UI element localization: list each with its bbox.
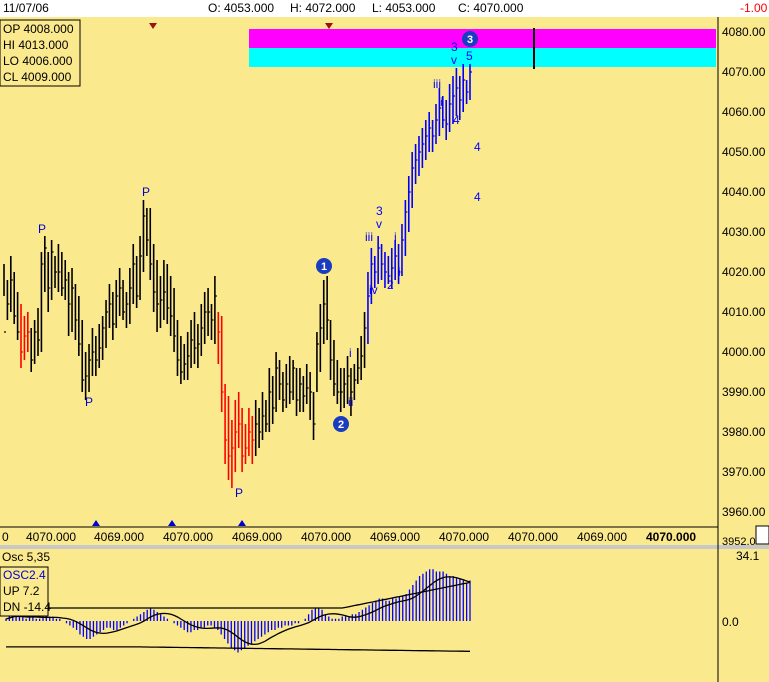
wave-circle-number: 1 bbox=[321, 261, 327, 273]
wave-circle-number: 3 bbox=[467, 34, 473, 46]
ohlc-cl: CL 4009.000 bbox=[3, 70, 72, 84]
wave-circle-number: 2 bbox=[338, 419, 344, 431]
magenta-band bbox=[249, 29, 716, 48]
time-axis-label: 4069.000 bbox=[232, 530, 282, 544]
price-tick-label: 4070.00 bbox=[722, 65, 766, 79]
wave-circle-1: 1 bbox=[316, 258, 332, 274]
time-axis-label: 4070.000 bbox=[439, 530, 489, 544]
header-open: O: 4053.000 bbox=[208, 1, 274, 15]
wave-label: i bbox=[440, 95, 443, 109]
wave-label: v bbox=[451, 53, 457, 67]
last-price-marker bbox=[755, 525, 769, 545]
wave-label: iii bbox=[433, 77, 441, 91]
wave-label: i bbox=[349, 346, 352, 360]
price-tick-label: 3952.0 bbox=[722, 536, 756, 548]
time-axis-label: 4070.000 bbox=[646, 530, 696, 544]
wave-circle-3: 3 bbox=[462, 31, 478, 47]
wave-label: 4 bbox=[474, 140, 481, 154]
time-axis-label: 4070.000 bbox=[301, 530, 351, 544]
price-tick-label: 4080.00 bbox=[722, 25, 766, 39]
wave-label: ii bbox=[348, 395, 353, 409]
osc-header: Osc 5,35 bbox=[2, 550, 50, 564]
osc-dn: DN -14.4 bbox=[3, 600, 51, 614]
price-tick-label: 4010.00 bbox=[722, 305, 766, 319]
price-tick-label: 3990.00 bbox=[722, 385, 766, 399]
price-tick-label: 3980.00 bbox=[722, 425, 766, 439]
time-axis-label: 4070.000 bbox=[163, 530, 213, 544]
time-axis-label: 4069.000 bbox=[94, 530, 144, 544]
pivot-label: P bbox=[235, 486, 243, 500]
wave-label: iii bbox=[365, 230, 373, 244]
price-tick-label: 4050.00 bbox=[722, 145, 766, 159]
wave-label: 4 bbox=[453, 113, 460, 127]
wave-label: 5 bbox=[466, 49, 473, 63]
price-tick-label: 4030.00 bbox=[722, 225, 766, 239]
ohlc-op: OP 4008.000 bbox=[3, 22, 74, 36]
wave-label: 3 bbox=[451, 40, 458, 54]
wave-label: v bbox=[376, 217, 382, 231]
wave-label: i bbox=[394, 230, 397, 244]
osc-axis-top: 34.1 bbox=[736, 549, 760, 563]
wave-label: 4 bbox=[474, 190, 481, 204]
ohlc-box: OP 4008.000 HI 4013.000 LO 4006.000 CL 4… bbox=[0, 19, 81, 87]
osc-up: UP 7.2 bbox=[3, 584, 40, 598]
pivot-label: P bbox=[85, 395, 93, 409]
wave-label: ii bbox=[398, 265, 403, 279]
price-tick-label: 4000.00 bbox=[722, 345, 766, 359]
time-axis-label: 4070.000 bbox=[26, 530, 76, 544]
time-axis-label: 0 bbox=[2, 530, 9, 544]
wave-label: 3 bbox=[376, 204, 383, 218]
ohlc-lo: LO 4006.000 bbox=[3, 54, 73, 68]
wave-label: iv bbox=[369, 283, 378, 297]
osc-name: OSC2.4 bbox=[3, 568, 46, 582]
price-tick-label: 3970.00 bbox=[722, 465, 766, 479]
price-tick-label: 4060.00 bbox=[722, 105, 766, 119]
header-change: -1.00 bbox=[740, 1, 768, 15]
time-axis-label: 4069.000 bbox=[370, 530, 420, 544]
header-date: 11/07/06 bbox=[3, 1, 49, 15]
ohlc-hi: HI 4013.000 bbox=[3, 38, 69, 52]
header-low: L: 4053.000 bbox=[372, 1, 436, 15]
time-axis-label: 4070.000 bbox=[508, 530, 558, 544]
pivot-label: P bbox=[142, 185, 150, 199]
price-tick-label: 3960.00 bbox=[722, 505, 766, 519]
price-pane-background bbox=[0, 0, 769, 682]
header-close: C: 4070.000 bbox=[458, 1, 524, 15]
price-tick-label: 4020.00 bbox=[722, 265, 766, 279]
osc-axis-zero: 0.0 bbox=[722, 615, 739, 629]
cyan-band bbox=[249, 48, 716, 67]
price-tick-label: 4040.00 bbox=[722, 185, 766, 199]
wave-circle-2: 2 bbox=[333, 416, 349, 432]
header-high: H: 4072.000 bbox=[290, 1, 356, 15]
chart-window: 11/07/06 O: 4053.000 H: 4072.000 L: 4053… bbox=[0, 0, 769, 682]
pivot-label: P bbox=[38, 222, 46, 236]
time-axis-label: 4069.000 bbox=[577, 530, 627, 544]
wave-label: 2 bbox=[387, 278, 394, 292]
osc-separator bbox=[0, 545, 769, 549]
